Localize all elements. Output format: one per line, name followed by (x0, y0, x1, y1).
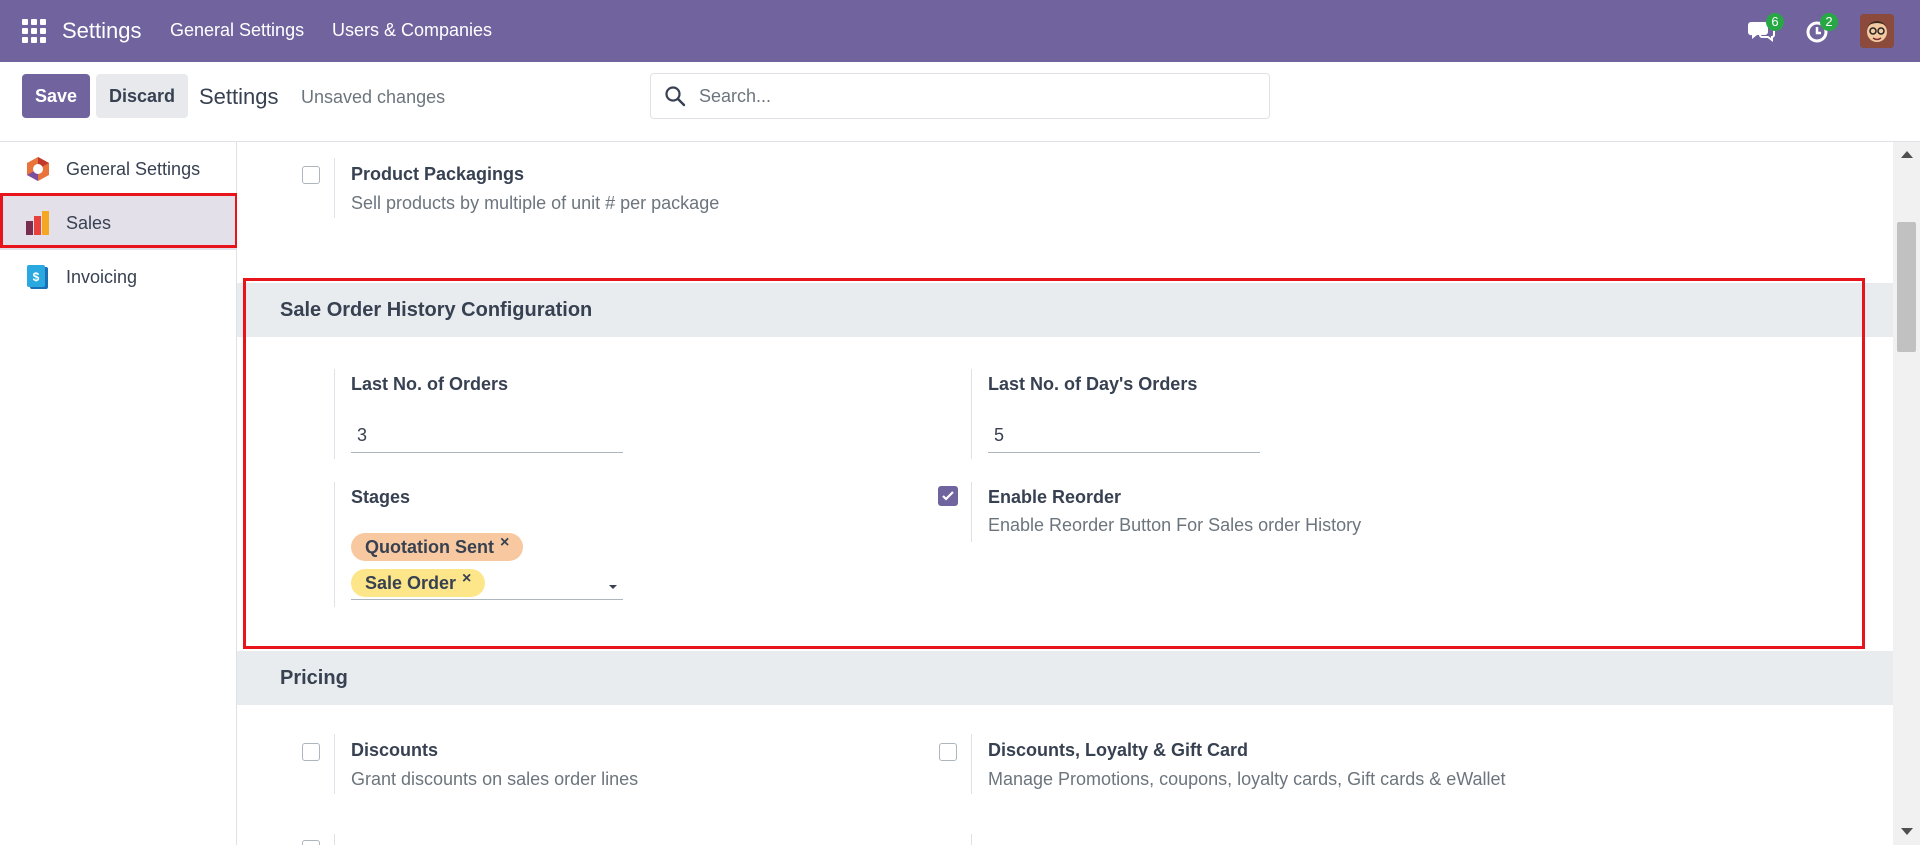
sales-icon (26, 211, 49, 235)
product-packagings-checkbox[interactable] (302, 166, 320, 184)
sidebar-item-sales[interactable]: Sales (0, 196, 236, 250)
search-input[interactable] (699, 84, 1239, 108)
product-packagings-description: Sell products by multiple of unit # per … (351, 193, 720, 213)
apps-menu-icon[interactable] (22, 19, 46, 43)
search-icon (665, 86, 686, 107)
messages-count-badge: 6 (1766, 13, 1784, 31)
enable-reorder-description: Enable Reorder Button For Sales order Hi… (988, 515, 1362, 535)
chevron-down-icon[interactable] (607, 583, 619, 591)
sidebar-item-invoicing[interactable]: $ Invoicing (0, 250, 236, 304)
divider (971, 734, 972, 794)
discard-button[interactable]: Discard (96, 74, 188, 118)
sidebar-item-label: Sales (66, 212, 112, 233)
divider (971, 482, 972, 542)
discounts-label: Discounts (351, 740, 439, 760)
loyalty-description: Manage Promotions, coupons, loyalty card… (988, 769, 1506, 789)
unsaved-status: Unsaved changes (301, 87, 446, 107)
settings-main: Product Packagings Sell products by mult… (237, 142, 1893, 845)
last-days-input[interactable] (994, 425, 1234, 446)
activities-count-badge: 2 (1820, 13, 1838, 31)
divider (334, 834, 335, 845)
last-orders-input[interactable] (357, 425, 597, 446)
product-packagings-label: Product Packagings (351, 164, 525, 184)
stage-tag: Sale Order × (351, 569, 486, 597)
scrollbar[interactable] (1893, 142, 1920, 845)
menu-users-companies[interactable]: Users & Companies (332, 20, 492, 41)
svg-text:$: $ (33, 270, 40, 284)
stages-field-underline (351, 599, 623, 600)
navbar-brand[interactable]: Settings (62, 18, 142, 44)
enable-reorder-checkbox[interactable] (938, 486, 958, 506)
last-days-field[interactable] (988, 419, 1260, 453)
activities-button[interactable]: 2 (1804, 13, 1838, 45)
top-navbar: Settings General Settings Users & Compan… (0, 0, 1920, 62)
sidebar-item-label: General Settings (66, 158, 201, 179)
settings-sidebar: General Settings Sales $ Invoicing (0, 142, 237, 845)
stages-label: Stages (351, 487, 411, 507)
menu-general-settings[interactable]: General Settings (170, 20, 304, 41)
sidebar-item-label: Invoicing (66, 266, 138, 287)
stage-tag: Quotation Sent × (351, 533, 524, 561)
page-title: Settings (199, 84, 279, 109)
section-header-pricing: Pricing (237, 651, 1893, 705)
scroll-down-arrow-icon[interactable] (1901, 828, 1913, 835)
invoicing-icon: $ (27, 265, 48, 289)
scrollbar-thumb[interactable] (1897, 222, 1916, 352)
enable-reorder-label: Enable Reorder (988, 487, 1122, 507)
next-setting-checkbox[interactable] (302, 840, 320, 845)
loyalty-label: Discounts, Loyalty & Gift Card (988, 740, 1249, 760)
control-panel: Save Discard Settings Unsaved changes (0, 62, 1920, 142)
sidebar-item-general-settings[interactable]: General Settings (0, 142, 236, 196)
discounts-description: Grant discounts on sales order lines (351, 769, 639, 789)
divider (334, 734, 335, 794)
section-title: Pricing (280, 667, 348, 689)
section-title: Sale Order History Configuration (280, 299, 593, 321)
divider (334, 482, 335, 607)
remove-tag-icon[interactable]: × (500, 534, 509, 552)
check-icon (942, 491, 954, 501)
loyalty-checkbox[interactable] (939, 743, 957, 761)
section-header-sale-order-history: Sale Order History Configuration (237, 283, 1893, 337)
divider (334, 158, 335, 218)
scroll-up-arrow-icon[interactable] (1901, 151, 1913, 158)
remove-tag-icon[interactable]: × (462, 570, 471, 588)
divider (334, 369, 335, 459)
general-settings-icon (27, 157, 49, 181)
stage-tag-label: Sale Order (365, 572, 457, 593)
user-avatar[interactable] (1860, 14, 1894, 48)
divider (971, 369, 972, 459)
search-box[interactable] (650, 73, 1270, 119)
discounts-checkbox[interactable] (302, 743, 320, 761)
divider (971, 834, 972, 845)
last-days-label: Last No. of Day's Orders (988, 374, 1198, 394)
last-orders-field[interactable] (351, 419, 623, 453)
last-orders-label: Last No. of Orders (351, 374, 509, 394)
messages-button[interactable]: 6 (1747, 13, 1784, 45)
save-button[interactable]: Save (22, 74, 90, 118)
stage-tag-label: Quotation Sent (365, 536, 494, 557)
